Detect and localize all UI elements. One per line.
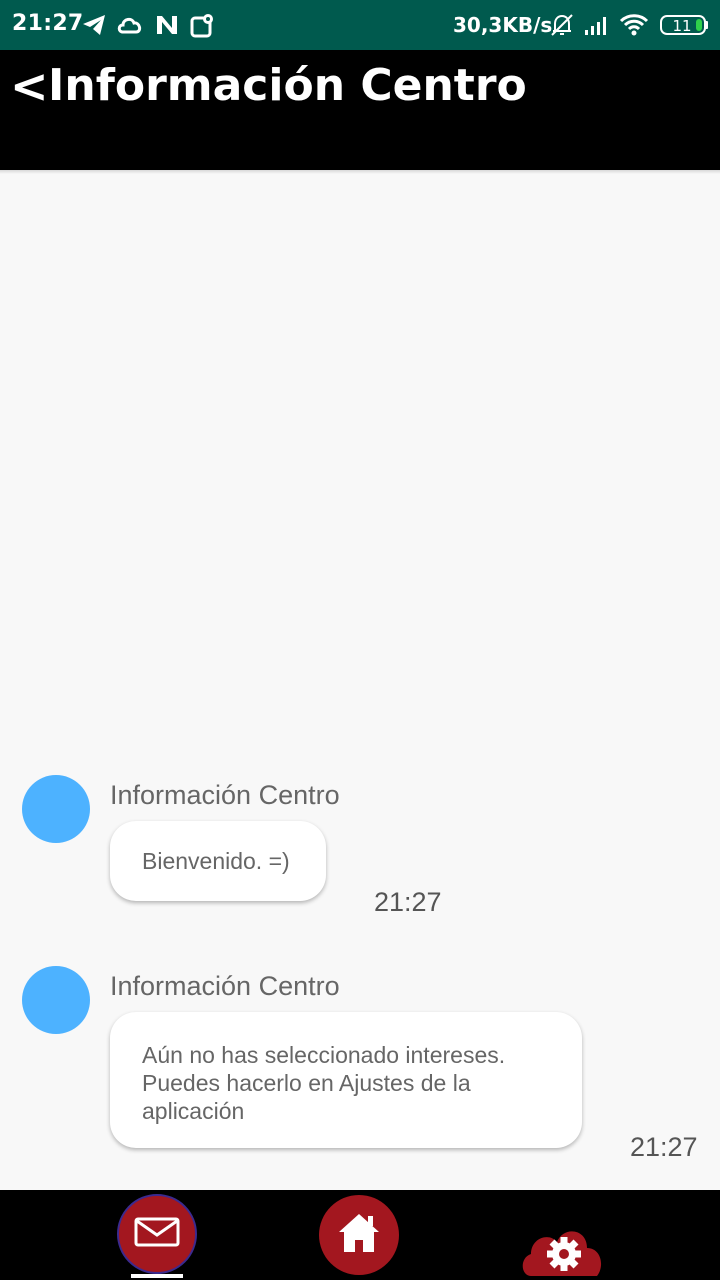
location-icon xyxy=(190,12,216,38)
message-sender: Información Centro xyxy=(110,971,340,1001)
network-speed: 30,3KB/s xyxy=(453,13,553,37)
message-time: 21:27 xyxy=(630,1132,698,1162)
settings-cloud-icon xyxy=(519,1200,605,1280)
home-icon xyxy=(336,1211,382,1259)
mail-icon xyxy=(134,1217,180,1251)
nav-home-button[interactable] xyxy=(319,1195,399,1275)
avatar xyxy=(22,966,90,1034)
message-sender: Información Centro xyxy=(110,780,340,810)
message-time: 21:27 xyxy=(374,887,442,917)
page-title: Información Centro xyxy=(48,60,527,111)
message-text-line: Aún no has seleccionado intereses. xyxy=(142,1042,506,1068)
nav-settings-button[interactable] xyxy=(519,1202,605,1280)
bottom-nav xyxy=(0,1190,720,1280)
nav-messages-button[interactable] xyxy=(117,1194,197,1274)
telegram-icon xyxy=(81,12,107,38)
message-bubble: Bienvenido. =) xyxy=(110,821,326,901)
avatar xyxy=(22,775,90,843)
message-text-line: aplicación xyxy=(142,1098,245,1124)
message-bubble: Aún no has seleccionado intereses. Puede… xyxy=(110,1012,582,1148)
battery-level: 11 xyxy=(672,17,691,35)
wifi-icon xyxy=(619,12,649,38)
status-time: 21:27 xyxy=(12,11,84,36)
app-bar: < Información Centro xyxy=(0,50,720,170)
n-icon xyxy=(154,12,180,38)
nav-selected-indicator xyxy=(131,1274,183,1278)
battery-icon: 11 xyxy=(660,12,710,38)
message-text-line: Bienvenido. =) xyxy=(142,848,290,874)
status-bar: 21:27 30,3KB/s 11 xyxy=(0,0,720,50)
message-text-line: Puedes hacerlo en Ajustes de la xyxy=(142,1070,471,1096)
app-bar-shadow xyxy=(0,170,720,174)
back-button[interactable]: < xyxy=(10,58,49,114)
cloud-icon xyxy=(116,12,142,38)
bell-muted-icon xyxy=(549,12,575,38)
signal-icon xyxy=(583,12,609,38)
